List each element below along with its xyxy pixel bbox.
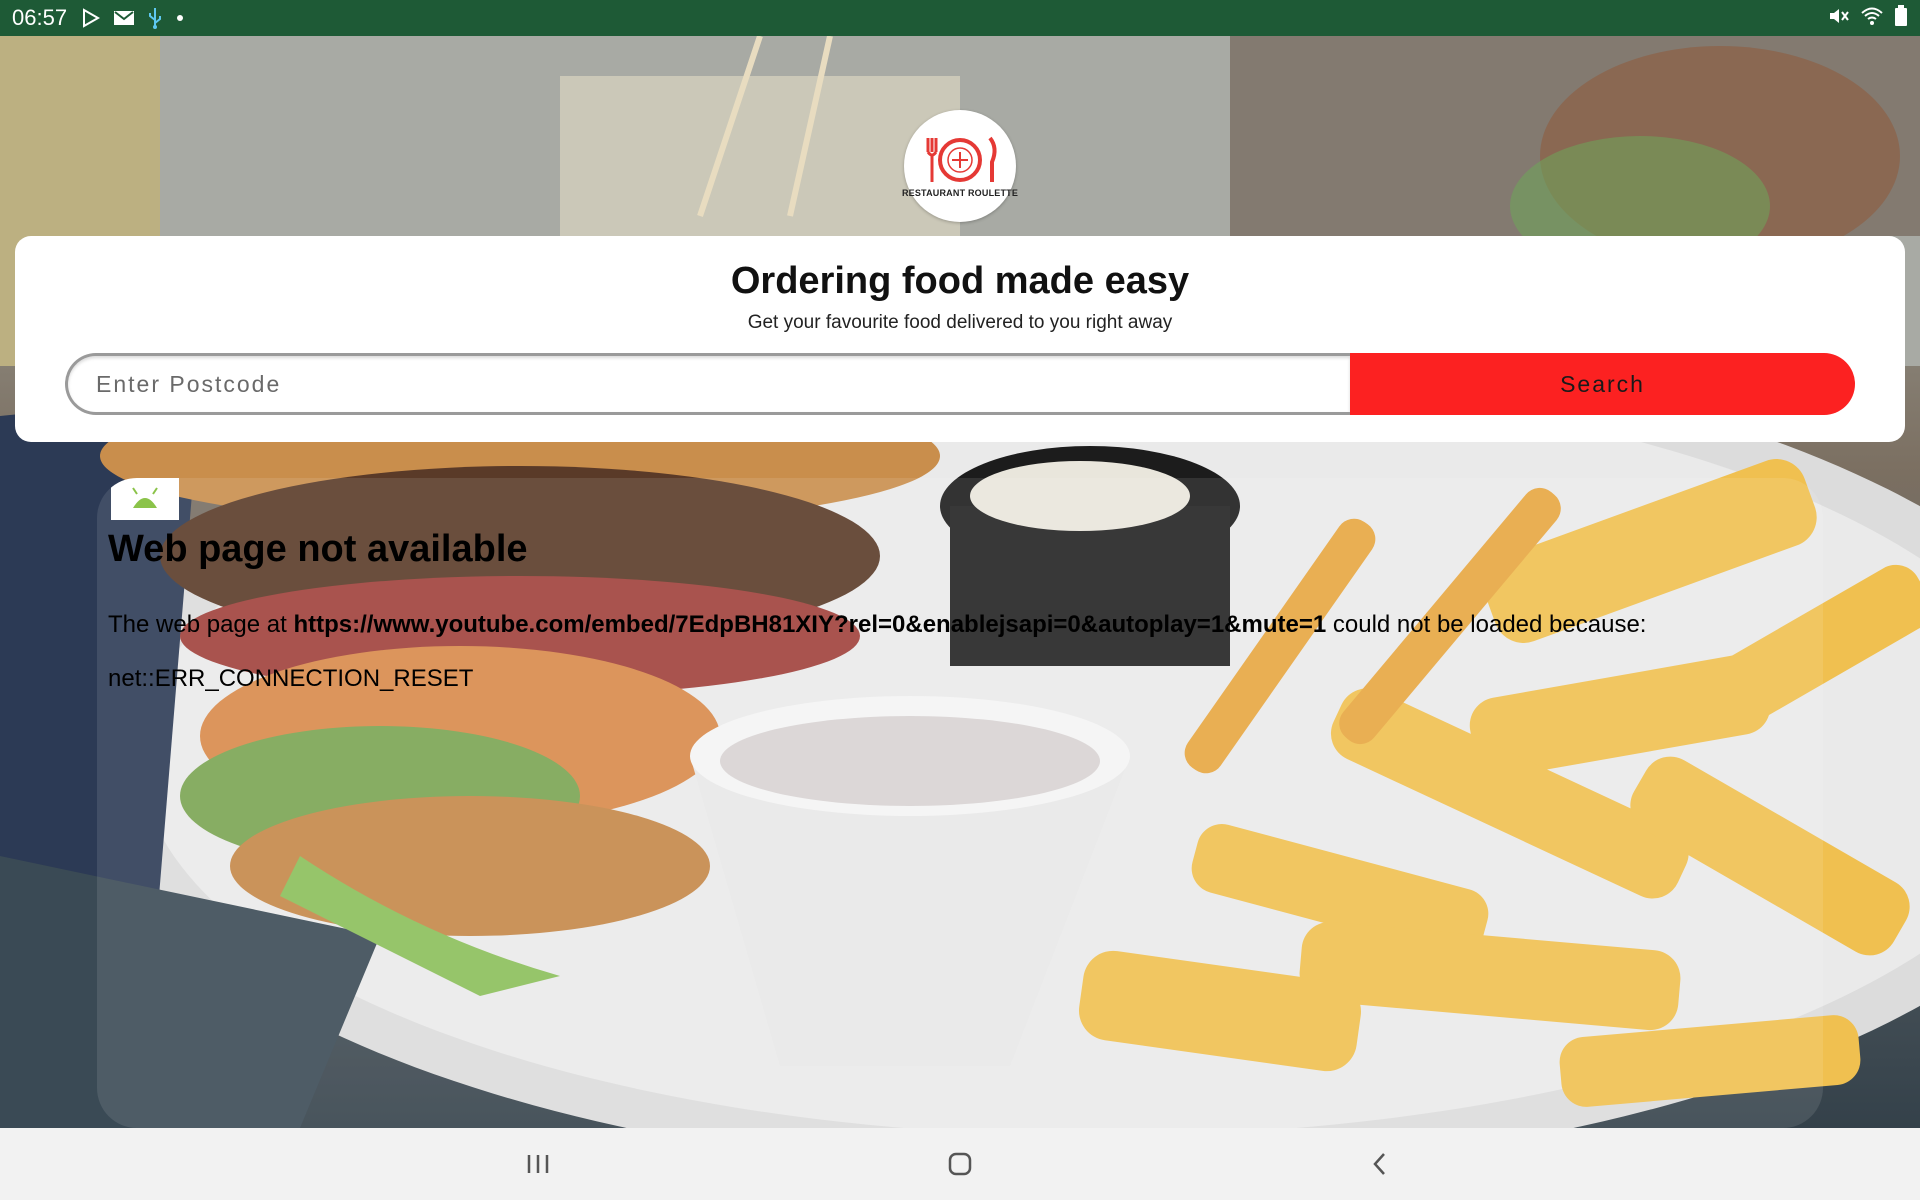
status-time: 06:57 — [12, 5, 68, 30]
error-code: net::ERR_CONNECTION_RESET — [108, 665, 474, 692]
usb-icon — [147, 7, 163, 29]
page-subtitle: Get your favourite food delivered to you… — [747, 312, 1173, 333]
search-card: Ordering food made easy Get your favouri… — [15, 236, 1905, 442]
gmail-icon — [113, 9, 135, 27]
home-button[interactable] — [940, 1146, 980, 1182]
status-bar: 06:57 — [0, 0, 1920, 36]
error-title: Web page not available — [108, 528, 528, 570]
postcode-search-bar: Search — [65, 353, 1855, 415]
postcode-input[interactable] — [65, 353, 1350, 415]
plate-cutlery-icon — [926, 136, 997, 182]
error-body-prefix: The web page at — [108, 611, 294, 638]
android-error-icon — [111, 478, 179, 520]
search-button[interactable]: Search — [1350, 353, 1855, 415]
mute-icon — [1828, 6, 1850, 31]
navigation-bar — [0, 1128, 1920, 1200]
restaurant-roulette-logo: RESTAURANT ROULETTE — [901, 110, 1019, 222]
logo-text: RESTAURANT ROULETTE — [901, 188, 1019, 198]
error-url: https://www.youtube.com/embed/7EdpBH81XI… — [293, 611, 1327, 638]
battery-icon — [1894, 4, 1908, 32]
recent-apps-icon — [527, 1155, 549, 1173]
dot-icon — [175, 13, 185, 23]
error-message: The web page at https://www.youtube.com/… — [108, 598, 1808, 706]
recent-apps-button[interactable] — [518, 1146, 558, 1182]
error-body-suffix: could not be loaded because: — [1326, 611, 1647, 638]
back-button[interactable] — [1360, 1146, 1400, 1182]
home-icon — [948, 1152, 972, 1176]
page-title: Ordering food made easy — [730, 260, 1190, 302]
back-icon — [1373, 1153, 1385, 1175]
embedded-video-webview: Web page not available The web page at h… — [97, 478, 1823, 1128]
wifi-icon — [1860, 6, 1884, 31]
play-store-icon — [81, 8, 101, 28]
